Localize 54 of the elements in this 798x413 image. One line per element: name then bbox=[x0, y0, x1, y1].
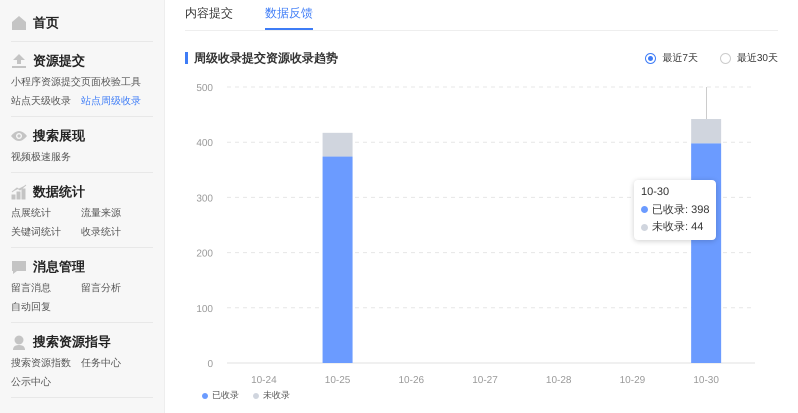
nav-link[interactable]: 页面校验工具 bbox=[81, 73, 151, 92]
axis-label: 10-30 bbox=[693, 375, 719, 386]
axis-label: 300 bbox=[196, 193, 213, 204]
person-icon bbox=[11, 334, 27, 350]
eye-icon bbox=[11, 130, 27, 142]
axis-label: 10-27 bbox=[472, 375, 498, 386]
tab[interactable]: 内容提交 bbox=[185, 4, 233, 30]
nav-link[interactable]: 公示中心 bbox=[11, 373, 81, 392]
radio-label[interactable]: 最近7天 bbox=[662, 50, 698, 66]
axis-label: 200 bbox=[196, 248, 213, 260]
nav-link[interactable]: 搜索资源指数 bbox=[11, 354, 81, 373]
nav-link[interactable]: 关键词统计 bbox=[11, 223, 81, 242]
legend-label: 未收录 bbox=[263, 389, 290, 402]
radio-label[interactable]: 最近30天 bbox=[736, 50, 778, 66]
axis-label: 10-29 bbox=[620, 375, 646, 386]
nav-link[interactable]: 自动回复 bbox=[11, 298, 81, 317]
tooltip-value: 已收录: 398 bbox=[652, 202, 710, 218]
nav-link[interactable]: 视频极速服务 bbox=[11, 148, 81, 167]
accent-bar bbox=[185, 52, 188, 64]
section-title[interactable]: 资源提交 bbox=[33, 51, 85, 71]
section-title[interactable]: 搜索展现 bbox=[33, 126, 85, 146]
radio-button[interactable] bbox=[720, 52, 731, 64]
nav-link[interactable]: 流量来源 bbox=[81, 204, 151, 223]
tab[interactable]: 数据反馈 bbox=[265, 4, 313, 30]
nav-link[interactable]: 留言分析 bbox=[81, 279, 151, 298]
tooltip-value: 未收录: 44 bbox=[652, 220, 704, 235]
section-title[interactable]: 消息管理 bbox=[33, 257, 85, 277]
section-title[interactable]: 首页 bbox=[33, 13, 59, 33]
axis-label: 10-28 bbox=[546, 375, 572, 386]
axis-label: 400 bbox=[196, 138, 213, 150]
bar-chart-icon bbox=[11, 184, 27, 200]
nav-link[interactable]: 收录统计 bbox=[81, 223, 151, 242]
chat-icon bbox=[11, 260, 27, 274]
axis-label: 0 bbox=[207, 359, 213, 370]
legend-label: 已收录 bbox=[212, 389, 239, 402]
axis-label: 500 bbox=[196, 83, 213, 94]
nav-link[interactable]: 留言消息 bbox=[11, 279, 81, 298]
section-title[interactable]: 数据统计 bbox=[33, 182, 85, 202]
hover-line bbox=[706, 87, 708, 120]
home-icon bbox=[11, 15, 27, 31]
axis-label: 10-26 bbox=[398, 375, 424, 386]
nav-link[interactable]: 站点周级收录 bbox=[81, 92, 151, 111]
upload-icon bbox=[11, 53, 27, 69]
nav-link[interactable]: 站点天级收录 bbox=[11, 92, 81, 111]
radio-button[interactable] bbox=[645, 52, 656, 64]
axis-label: 10-24 bbox=[251, 375, 277, 386]
nav-link[interactable]: 小程序资源提交 bbox=[11, 73, 81, 92]
nav-link[interactable]: 点展统计 bbox=[11, 204, 81, 223]
panel-title: 周级收录提交资源收录趋势 bbox=[194, 50, 338, 67]
nav-link[interactable]: 任务中心 bbox=[81, 354, 151, 373]
axis-label: 100 bbox=[196, 304, 213, 315]
tooltip-title: 10-30 bbox=[641, 185, 670, 200]
section-title[interactable]: 搜索资源指导 bbox=[33, 332, 111, 352]
axis-label: 10-25 bbox=[324, 375, 350, 386]
